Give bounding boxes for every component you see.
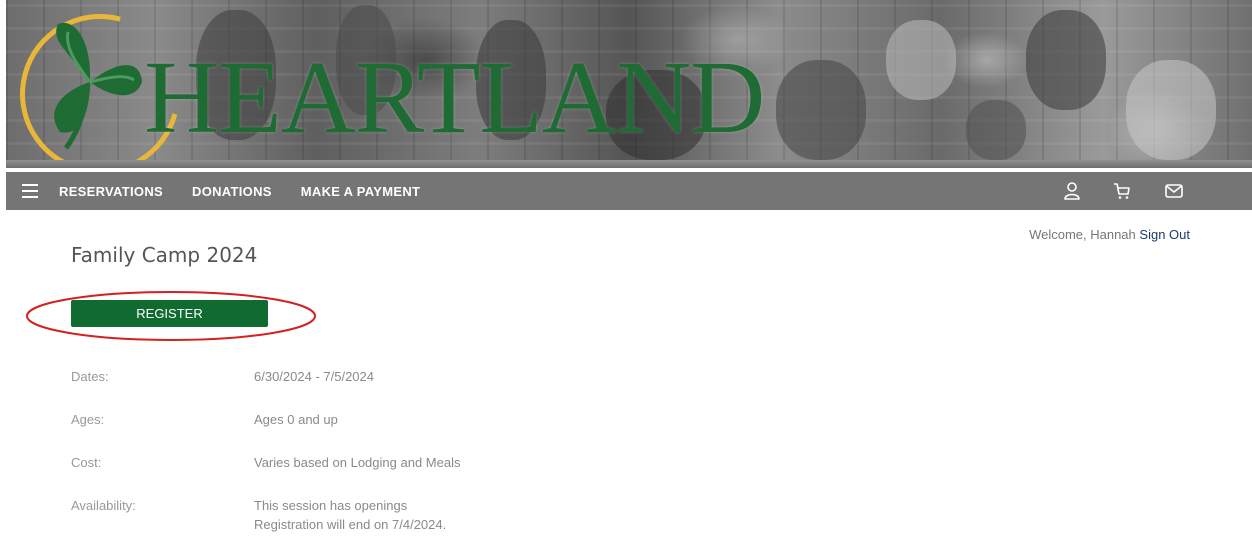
welcome-message: Welcome, Hannah Sign Out xyxy=(1029,227,1190,242)
main-nav: RESERVATIONS DONATIONS MAKE A PAYMENT xyxy=(6,172,1252,210)
sign-out-link[interactable]: Sign Out xyxy=(1139,227,1190,242)
ages-label: Ages: xyxy=(71,412,105,427)
welcome-text: Welcome, Hannah xyxy=(1029,227,1136,242)
header-banner: HEARTLAND xyxy=(6,0,1252,168)
mail-icon[interactable] xyxy=(1164,181,1184,201)
banner-photo xyxy=(886,20,956,100)
nav-link-reservations[interactable]: RESERVATIONS xyxy=(59,184,163,199)
banner-photo xyxy=(1126,60,1216,160)
clover-logo-icon xyxy=(54,22,142,150)
availability-status: This session has openings xyxy=(254,498,408,513)
hamburger-menu-icon[interactable] xyxy=(22,184,38,198)
banner-photo xyxy=(776,60,866,160)
ages-value: Ages 0 and up xyxy=(254,412,338,427)
nav-link-donations[interactable]: DONATIONS xyxy=(192,184,272,199)
cost-label: Cost: xyxy=(71,455,102,470)
registration-end-note: Registration will end on 7/4/2024. xyxy=(254,517,447,532)
cart-icon[interactable] xyxy=(1112,181,1132,201)
banner-bottom-strip xyxy=(6,160,1252,168)
banner-photo xyxy=(1026,10,1106,110)
user-icon[interactable] xyxy=(1062,181,1082,201)
nav-link-make-a-payment[interactable]: MAKE A PAYMENT xyxy=(301,184,421,199)
availability-label: Availability: xyxy=(71,498,136,513)
dates-value: 6/30/2024 - 7/5/2024 xyxy=(254,369,374,384)
cost-value: Varies based on Lodging and Meals xyxy=(254,455,461,470)
register-button[interactable]: REGISTER xyxy=(71,300,268,327)
banner-photo xyxy=(966,100,1026,160)
page-title: Family Camp 2024 xyxy=(71,243,258,267)
availability-value: This session has openings Registration w… xyxy=(254,496,446,534)
site-logo-text[interactable]: HEARTLAND xyxy=(144,46,765,150)
dates-label: Dates: xyxy=(71,369,109,384)
